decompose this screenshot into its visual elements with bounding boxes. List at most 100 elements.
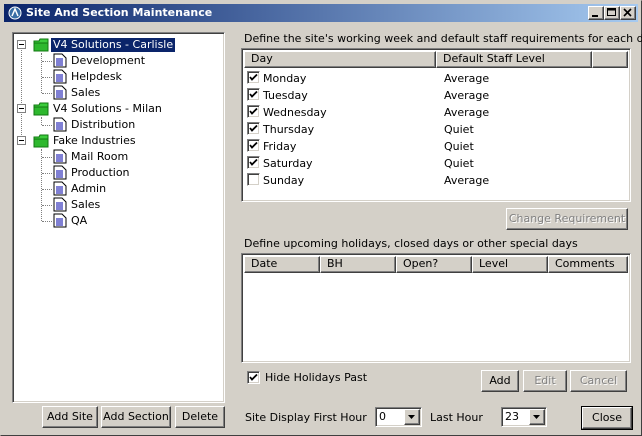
add-section-button[interactable]: Add Section (101, 406, 171, 428)
staff-level: Quiet (444, 157, 474, 170)
last-hour-combo[interactable]: 23 (501, 407, 547, 427)
column-header-comments[interactable]: Comments (548, 256, 628, 273)
hide-holidays-past-label[interactable]: Hide Holidays Past (265, 371, 367, 384)
checkmark-icon (249, 90, 258, 98)
document-icon (53, 165, 67, 180)
tree-node-section[interactable]: Mail Room (13, 149, 223, 165)
column-header-bh[interactable]: BH (320, 256, 396, 273)
checkmark-icon (249, 73, 258, 81)
folder-icon (33, 38, 49, 52)
holidays-list[interactable]: Date BH Open? Level Comments (241, 253, 631, 363)
first-hour-dropdown-button[interactable] (404, 409, 420, 425)
maximize-icon (607, 8, 616, 16)
column-header-level[interactable]: Level (472, 256, 548, 273)
week-day-row[interactable]: Wednesday Average (244, 104, 624, 121)
day-name: Saturday (263, 157, 313, 170)
week-day-row[interactable]: Thursday Quiet (244, 121, 624, 138)
add-site-button[interactable]: Add Site (42, 406, 98, 428)
title-bar[interactable]: Site And Section Maintenance (4, 4, 638, 22)
delete-button[interactable]: Delete (175, 406, 225, 428)
tree-node-label: Mail Room (71, 150, 129, 163)
collapse-toggle[interactable] (17, 40, 26, 49)
document-icon (53, 149, 67, 164)
day-enabled-checkbox[interactable] (247, 139, 260, 152)
day-enabled-checkbox[interactable] (247, 122, 260, 135)
tree-node-section[interactable]: QA (13, 213, 223, 229)
site-section-tree[interactable]: V4 Solutions - Carlisle Development Help… (12, 32, 225, 403)
minimize-button[interactable] (588, 6, 604, 20)
tree-connector (42, 173, 52, 174)
close-button[interactable]: Close (581, 406, 633, 430)
tree-node-section[interactable]: Helpdesk (13, 69, 223, 85)
document-icon (53, 197, 67, 212)
maximize-button[interactable] (604, 6, 620, 20)
day-name: Wednesday (263, 106, 327, 119)
add-holiday-button[interactable]: Add (481, 370, 519, 392)
staff-level: Average (444, 72, 490, 85)
tree-node-label: Sales (71, 198, 101, 211)
tree-node-section[interactable]: Production (13, 165, 223, 181)
last-hour-dropdown-button[interactable] (529, 409, 545, 425)
week-day-row[interactable]: Sunday Average (244, 172, 624, 189)
chevron-down-icon (533, 415, 540, 419)
day-name: Monday (263, 72, 307, 85)
document-icon (53, 69, 67, 84)
tree-node-site[interactable]: V4 Solutions - Carlisle (13, 37, 223, 53)
tree-node-site[interactable]: Fake Industries (13, 133, 223, 149)
tree-node-label: Helpdesk (71, 70, 122, 83)
tree-node-section[interactable]: Admin (13, 181, 223, 197)
tree-node-label: Sales (71, 86, 101, 99)
site-section-maintenance-window: Site And Section Maintenance V4 Solution… (0, 0, 642, 436)
checkmark-icon (249, 158, 258, 166)
tree-node-site[interactable]: V4 Solutions - Milan (13, 101, 223, 117)
tree-node-label: Admin (71, 182, 107, 195)
day-enabled-checkbox[interactable] (247, 105, 260, 118)
tree-node-label: V4 Solutions - Carlisle (49, 37, 177, 53)
cancel-holiday-button[interactable]: Cancel (570, 370, 627, 392)
tree-node-label: Development (71, 54, 146, 67)
day-enabled-checkbox[interactable] (247, 173, 260, 186)
app-icon (8, 6, 22, 20)
tree-node-label: Distribution (71, 118, 136, 131)
column-header-date[interactable]: Date (244, 256, 320, 273)
close-window-button[interactable] (620, 6, 636, 20)
document-icon (53, 181, 67, 196)
tree-connector (42, 61, 52, 62)
tree-node-section[interactable]: Distribution (13, 117, 223, 133)
staff-level: Average (444, 174, 490, 187)
minimize-icon (592, 15, 598, 17)
collapse-toggle[interactable] (17, 136, 26, 145)
tree-node-section[interactable]: Sales (13, 197, 223, 213)
staff-level: Average (444, 89, 490, 102)
tree-node-label: Production (71, 166, 130, 179)
column-header-open[interactable]: Open? (396, 256, 472, 273)
tree-connector (42, 125, 52, 126)
week-day-row[interactable]: Saturday Quiet (244, 155, 624, 172)
staff-level: Quiet (444, 140, 474, 153)
tree-connector (42, 157, 52, 158)
tree-connector (42, 189, 52, 190)
staff-level: Quiet (444, 123, 474, 136)
document-icon (53, 53, 67, 68)
edit-holiday-button[interactable]: Edit (523, 370, 567, 392)
day-enabled-checkbox[interactable] (247, 156, 260, 169)
hide-holidays-past-checkbox[interactable] (247, 371, 260, 384)
day-enabled-checkbox[interactable] (247, 71, 260, 84)
column-header-day[interactable]: Day (244, 51, 436, 68)
week-day-row[interactable]: Monday Average (244, 70, 624, 87)
tree-connector (42, 93, 52, 94)
tree-node-section[interactable]: Development (13, 53, 223, 69)
day-name: Friday (263, 140, 297, 153)
tree-connector (42, 205, 52, 206)
day-enabled-checkbox[interactable] (247, 88, 260, 101)
working-week-list[interactable]: Day Default Staff Level Monday Average Tue… (241, 48, 631, 202)
column-header-staff-level[interactable]: Default Staff Level (436, 51, 592, 68)
week-day-row[interactable]: Tuesday Average (244, 87, 624, 104)
document-icon (53, 85, 67, 100)
tree-node-section[interactable]: Sales (13, 85, 223, 101)
change-requirement-button[interactable]: Change Requirement (506, 208, 628, 230)
week-day-row[interactable]: Friday Quiet (244, 138, 624, 155)
chevron-down-icon (408, 415, 415, 419)
first-hour-combo[interactable]: 0 (375, 407, 422, 427)
collapse-toggle[interactable] (17, 104, 26, 113)
